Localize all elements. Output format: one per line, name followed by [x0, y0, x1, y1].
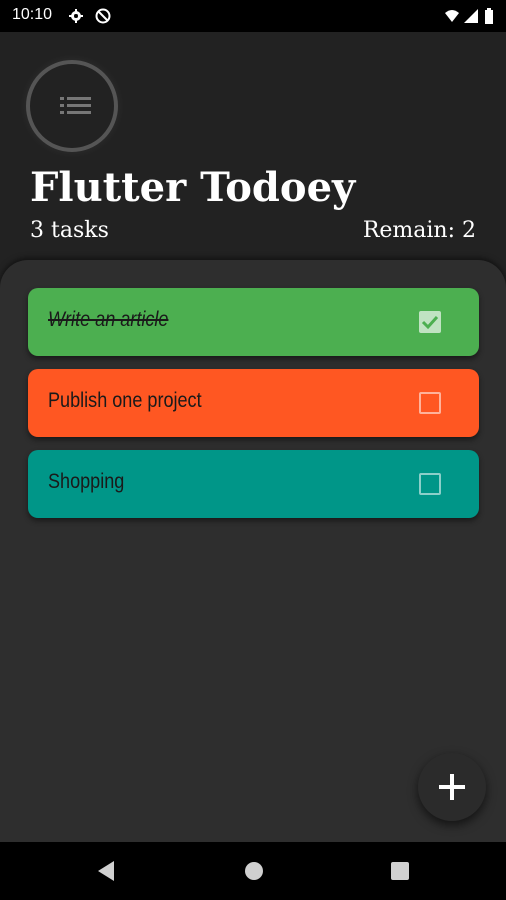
task-label: Write an article — [48, 308, 169, 331]
task-label: Shopping — [48, 470, 125, 493]
add-task-button[interactable] — [418, 753, 486, 821]
task-list: Write an article Publish one project Sho… — [28, 288, 479, 531]
remain-count: Remain: 2 — [362, 218, 476, 243]
task-checkbox[interactable] — [419, 392, 441, 414]
wifi-icon — [445, 10, 459, 22]
page-title: Flutter Todoey — [30, 164, 356, 211]
task-item-write-an-article[interactable]: Write an article — [28, 288, 479, 356]
gear-icon — [69, 9, 83, 23]
tasks-count: 3 tasks — [30, 218, 109, 243]
task-checkbox[interactable] — [419, 311, 441, 333]
task-panel: Write an article Publish one project Sho… — [0, 260, 506, 842]
dnd-icon — [95, 8, 111, 24]
app-screen: 10:10 Flutter Todoey 3 tasks Remain: 2 W… — [0, 0, 506, 900]
back-icon[interactable] — [96, 860, 116, 882]
status-bar: 10:10 — [0, 0, 506, 32]
task-item-shopping[interactable]: Shopping — [28, 450, 479, 518]
task-checkbox[interactable] — [419, 473, 441, 495]
task-label: Publish one project — [48, 389, 202, 412]
menu-button[interactable] — [26, 60, 118, 152]
recents-icon[interactable] — [390, 860, 410, 882]
battery-icon — [485, 8, 493, 24]
task-item-publish-one-project[interactable]: Publish one project — [28, 369, 479, 437]
navigation-bar — [0, 842, 506, 900]
plus-icon — [439, 774, 465, 800]
check-icon — [421, 315, 439, 330]
status-time: 10:10 — [12, 6, 53, 23]
signal-icon — [464, 9, 478, 23]
list-icon — [60, 97, 91, 114]
header: Flutter Todoey 3 tasks Remain: 2 — [0, 32, 506, 262]
home-icon[interactable] — [244, 860, 264, 882]
